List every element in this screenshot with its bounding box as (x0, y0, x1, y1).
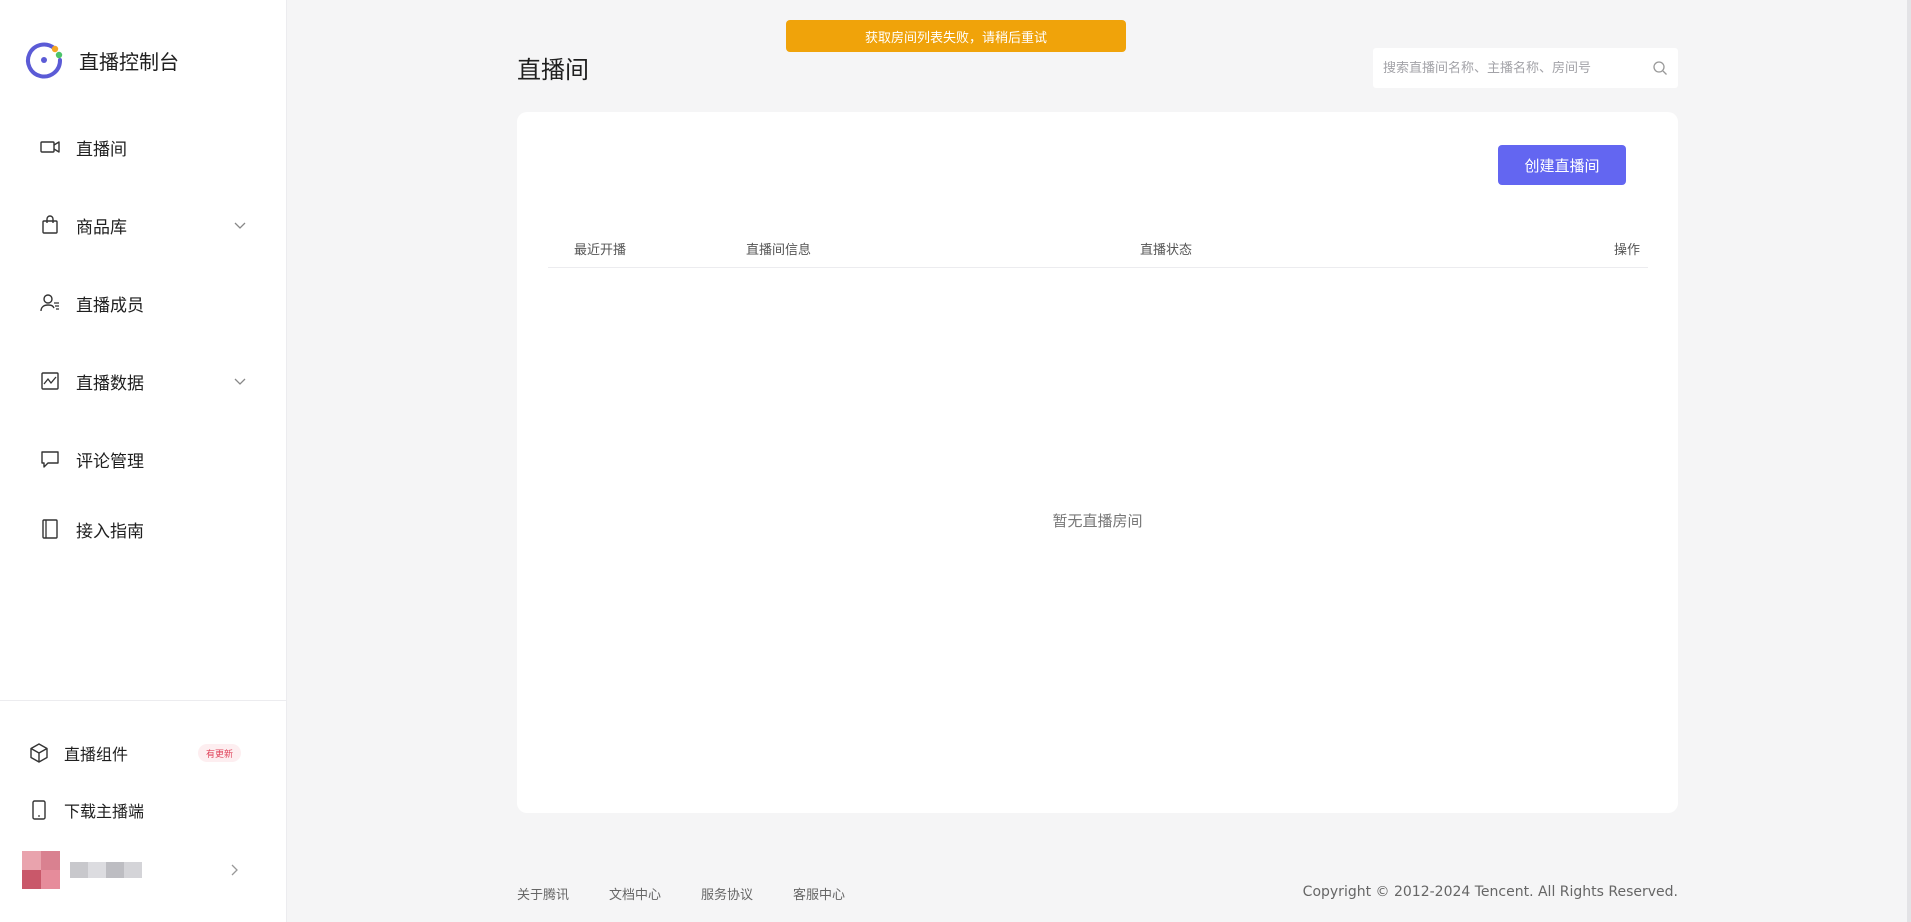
sidebar-item-label: 直播成员 (76, 295, 144, 316)
sidebar-item-live-room[interactable]: 直播间 (38, 127, 248, 167)
sidebar-item-label: 评论管理 (76, 451, 144, 472)
footer-link-about[interactable]: 关于腾讯 (517, 884, 569, 903)
sidebar-item-live-data[interactable]: 直播数据 (38, 361, 248, 401)
sidebar-item-integration-guide[interactable]: 接入指南 (38, 509, 248, 549)
brand[interactable]: 直播控制台 (24, 40, 179, 80)
download-host-app-label: 下载主播端 (64, 802, 145, 821)
book-icon (38, 517, 62, 541)
search-input[interactable] (1383, 60, 1652, 76)
phone-icon (32, 800, 46, 820)
copyright: Copyright © 2012-2024 Tencent. All Right… (1302, 884, 1678, 900)
logo-icon (26, 42, 63, 79)
chevron-down-icon[interactable] (232, 373, 248, 389)
sidebar-divider (0, 700, 287, 701)
create-live-room-button[interactable]: 创建直播间 (1498, 145, 1626, 185)
footer-link-support[interactable]: 客服中心 (793, 884, 845, 903)
live-room-card: 创建直播间 最近开播 直播间信息 直播状态 操作 暂无直播房间 (517, 112, 1678, 813)
live-components-label: 直播组件 (64, 745, 129, 764)
search-icon[interactable] (1652, 60, 1668, 76)
username-blurred (70, 862, 142, 878)
column-header-actions: 操作 (1613, 243, 1640, 258)
shopping-bag-icon (38, 213, 62, 237)
download-host-app-link[interactable]: 下载主播端 (28, 793, 248, 827)
column-header-live-status: 直播状态 (1140, 243, 1193, 258)
brand-title: 直播控制台 (79, 49, 179, 74)
page-title: 直播间 (517, 56, 589, 84)
sidebar-item-product-library[interactable]: 商品库 (38, 205, 248, 245)
video-camera-icon (38, 135, 62, 159)
data-chart-icon (38, 369, 62, 393)
sidebar: 直播控制台 直播间 商品库 直播成员 直播数据 评论管理 接入指南 直播组件 有… (0, 0, 287, 922)
comment-icon (38, 447, 62, 471)
scrollbar[interactable] (1907, 0, 1911, 922)
search-box[interactable] (1373, 48, 1678, 88)
sidebar-item-label: 接入指南 (76, 521, 144, 542)
footer-link-terms[interactable]: 服务协议 (701, 884, 753, 903)
sidebar-item-label: 直播间 (76, 139, 127, 160)
sidebar-item-label: 直播数据 (76, 373, 144, 394)
column-header-last-live: 最近开播 (574, 243, 627, 258)
live-components-link[interactable]: 直播组件 有更新 (28, 736, 248, 770)
chevron-right-icon (231, 864, 238, 876)
member-icon (38, 291, 62, 315)
column-header-room-info: 直播间信息 (746, 243, 812, 258)
table-header: 最近开播 直播间信息 直播状态 操作 (548, 230, 1648, 268)
user-account[interactable] (22, 850, 242, 890)
sidebar-item-label: 商品库 (76, 217, 127, 238)
error-toast: 获取房间列表失败，请稍后重试 (786, 20, 1126, 52)
empty-state-text: 暂无直播房间 (1052, 512, 1143, 530)
update-badge: 有更新 (198, 744, 242, 762)
footer-links: 关于腾讯 文档中心 服务协议 客服中心 (517, 884, 885, 903)
avatar (22, 851, 60, 889)
sidebar-item-live-members[interactable]: 直播成员 (38, 283, 248, 323)
cube-icon (30, 743, 48, 763)
chevron-down-icon[interactable] (232, 217, 248, 233)
sidebar-item-comment-management[interactable]: 评论管理 (38, 439, 248, 479)
footer-link-docs[interactable]: 文档中心 (609, 884, 661, 903)
